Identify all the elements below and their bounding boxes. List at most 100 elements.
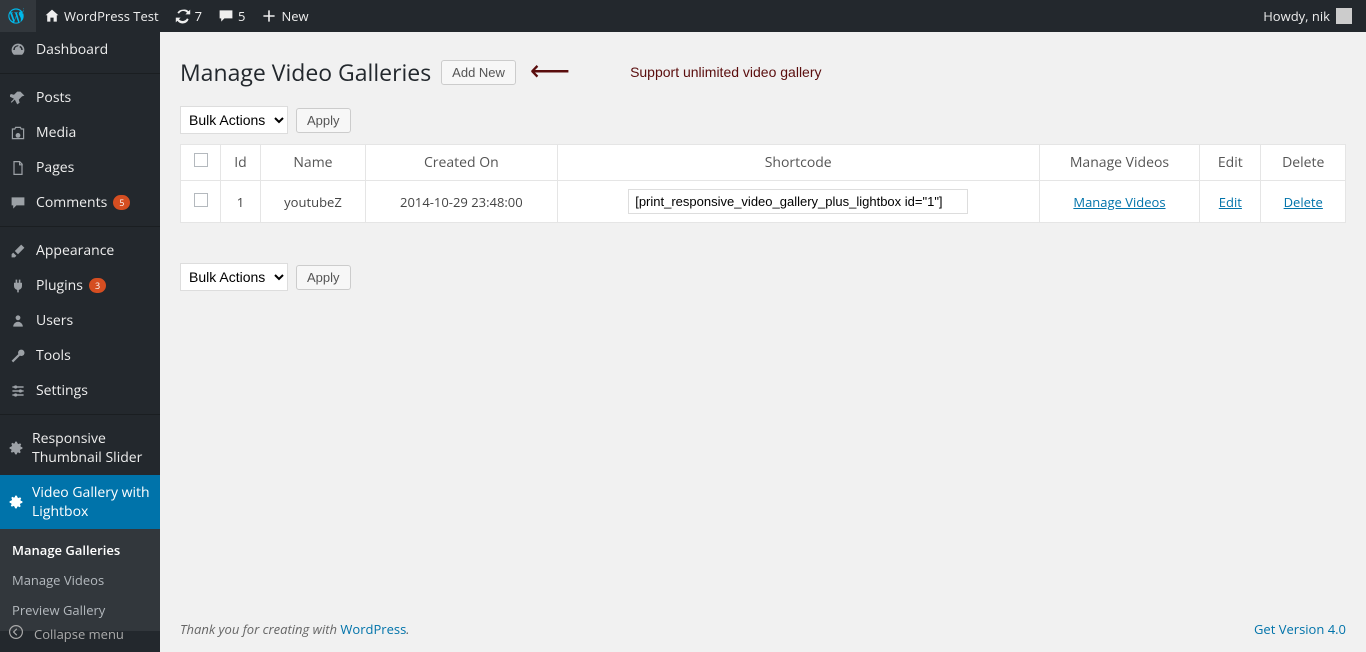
gear-icon <box>8 494 24 510</box>
collapse-icon <box>8 624 28 644</box>
apply-button[interactable]: Apply <box>296 108 351 133</box>
add-new-button[interactable]: Add New <box>441 60 516 85</box>
row-shortcode-cell <box>557 181 1039 223</box>
col-name: Name <box>261 145 366 181</box>
menu-label: Responsive Thumbnail Slider <box>32 429 152 467</box>
annotation-arrow-icon: ⟵ <box>530 56 570 84</box>
footer-text: Thank you for creating with <box>180 620 340 638</box>
page-icon <box>8 160 28 176</box>
menu-users[interactable]: Users <box>0 303 160 338</box>
howdy-text: Howdy, nik <box>1263 7 1330 25</box>
menu-label: Appearance <box>36 241 114 260</box>
admin-footer: Thank you for creating with WordPress. G… <box>160 606 1366 652</box>
updates-count: 7 <box>195 7 202 25</box>
comment-icon <box>218 8 234 24</box>
col-shortcode: Shortcode <box>557 145 1039 181</box>
plugins-badge: 3 <box>89 278 106 293</box>
site-name: WordPress Test <box>64 7 159 25</box>
avatar <box>1336 8 1352 24</box>
dashboard-icon <box>8 42 28 58</box>
col-delete: Delete <box>1261 145 1346 181</box>
menu-video-gallery-lightbox[interactable]: Video Gallery with Lightbox <box>0 475 160 529</box>
menu-responsive-thumbnail-slider[interactable]: Responsive Thumbnail Slider <box>0 421 160 475</box>
menu-appearance[interactable]: Appearance <box>0 233 160 268</box>
menu-label: Posts <box>36 88 71 107</box>
menu-label: Plugins <box>36 276 83 295</box>
shortcode-input[interactable] <box>628 189 968 214</box>
footer-thankyou: Thank you for creating with WordPress. <box>180 620 410 638</box>
wordpress-link[interactable]: WordPress <box>340 620 406 638</box>
menu-separator <box>0 69 160 74</box>
submenu-manage-videos[interactable]: Manage Videos <box>0 565 160 595</box>
edit-link[interactable]: Edit <box>1219 193 1242 211</box>
admin-bar-right: Howdy, nik <box>1255 0 1360 32</box>
row-checkbox[interactable] <box>194 193 208 207</box>
apply-button-bottom[interactable]: Apply <box>296 265 351 290</box>
col-created: Created On <box>365 145 557 181</box>
collapse-label: Collapse menu <box>34 625 124 643</box>
row-name: youtubeZ <box>261 181 366 223</box>
home-icon <box>44 8 60 24</box>
menu-label: Settings <box>36 381 88 400</box>
plus-icon <box>261 8 277 24</box>
site-name-link[interactable]: WordPress Test <box>36 0 167 32</box>
menu-pages[interactable]: Pages <box>0 150 160 185</box>
menu-label: Comments <box>36 193 107 212</box>
page-header: Manage Video Galleries Add New ⟵ Support… <box>180 56 1346 88</box>
menu-tools[interactable]: Tools <box>0 338 160 373</box>
col-manage: Manage Videos <box>1039 145 1200 181</box>
menu-posts[interactable]: Posts <box>0 80 160 115</box>
row-select-cell <box>181 181 221 223</box>
brush-icon <box>8 243 28 259</box>
row-delete-cell: Delete <box>1261 181 1346 223</box>
new-label: New <box>281 7 308 25</box>
row-id: 1 <box>221 181 261 223</box>
menu-label: Pages <box>36 158 74 177</box>
menu-separator <box>0 222 160 227</box>
select-all-checkbox[interactable] <box>194 153 208 167</box>
table-row: 1 youtubeZ 2014-10-29 23:48:00 Manage Vi… <box>181 181 1346 223</box>
pin-icon <box>8 90 28 106</box>
footer-version: Get Version 4.0 <box>1254 620 1346 638</box>
bulk-actions-select[interactable]: Bulk Actions <box>180 106 288 134</box>
menu-dashboard[interactable]: Dashboard <box>0 32 160 67</box>
menu-separator <box>0 410 160 415</box>
get-version-link[interactable]: Get Version 4.0 <box>1254 620 1346 638</box>
wp-logo[interactable] <box>0 0 36 32</box>
page-title: Manage Video Galleries <box>180 56 431 88</box>
gear-icon <box>8 440 24 456</box>
submenu-manage-galleries[interactable]: Manage Galleries <box>0 535 160 565</box>
menu-label: Media <box>36 123 76 142</box>
admin-sidebar: Dashboard Posts Media Pages Comments 5 A… <box>0 32 160 652</box>
comments-count: 5 <box>238 7 245 25</box>
select-all-header <box>181 145 221 181</box>
menu-plugins[interactable]: Plugins 3 <box>0 268 160 303</box>
new-content-link[interactable]: New <box>253 0 316 32</box>
comments-link[interactable]: 5 <box>210 0 253 32</box>
galleries-table: Id Name Created On Shortcode Manage Vide… <box>180 144 1346 223</box>
users-icon <box>8 313 28 329</box>
wordpress-icon <box>8 8 24 24</box>
admin-bar: WordPress Test 7 5 New Howdy, nik <box>0 0 1366 32</box>
menu-label: Tools <box>36 346 71 365</box>
admin-bar-left: WordPress Test 7 5 New <box>0 0 317 32</box>
footer-period: . <box>406 620 409 638</box>
annotation-text: Support unlimited video gallery <box>630 64 821 80</box>
manage-videos-link[interactable]: Manage Videos <box>1073 193 1165 211</box>
updates-link[interactable]: 7 <box>167 0 210 32</box>
menu-settings[interactable]: Settings <box>0 373 160 408</box>
bulk-actions-select-bottom[interactable]: Bulk Actions <box>180 263 288 291</box>
plug-icon <box>8 278 28 294</box>
table-header-row: Id Name Created On Shortcode Manage Vide… <box>181 145 1346 181</box>
menu-label: Video Gallery with Lightbox <box>32 483 152 521</box>
row-manage-cell: Manage Videos <box>1039 181 1200 223</box>
delete-link[interactable]: Delete <box>1284 193 1323 211</box>
sliders-icon <box>8 383 28 399</box>
comments-badge: 5 <box>113 195 130 210</box>
wrench-icon <box>8 348 28 364</box>
collapse-menu[interactable]: Collapse menu <box>0 616 160 652</box>
menu-media[interactable]: Media <box>0 115 160 150</box>
account-menu[interactable]: Howdy, nik <box>1255 0 1360 32</box>
menu-comments[interactable]: Comments 5 <box>0 185 160 220</box>
row-created: 2014-10-29 23:48:00 <box>365 181 557 223</box>
